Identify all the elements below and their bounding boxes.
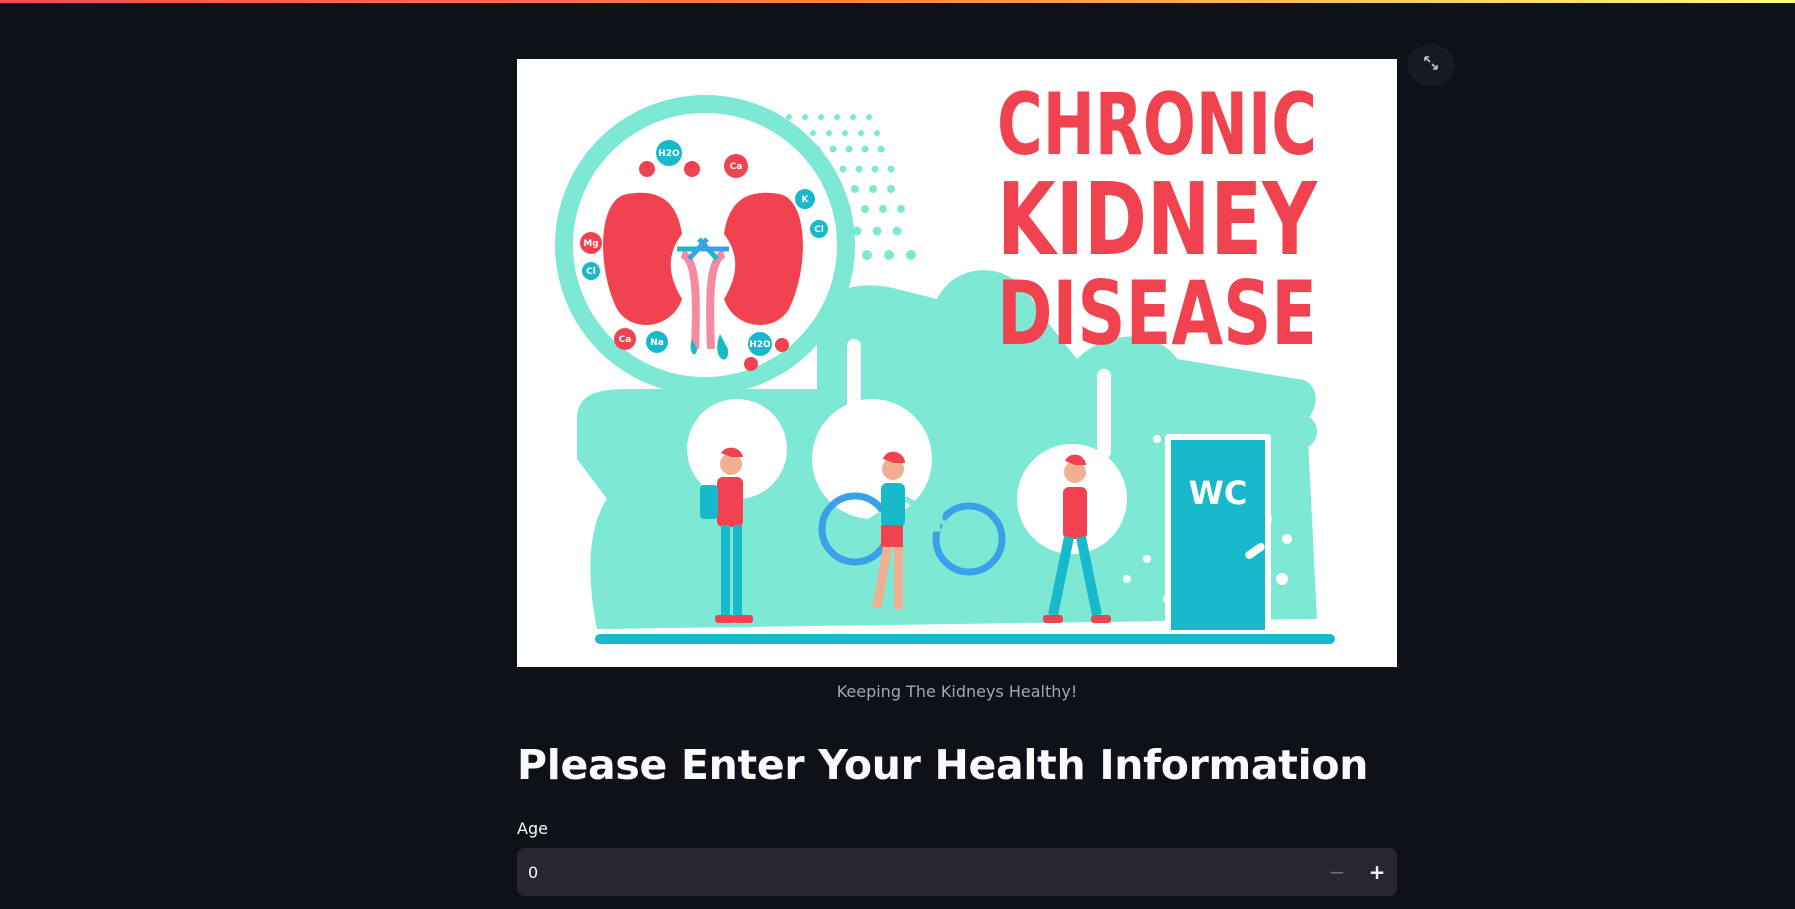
- illustration-svg: H2O Ca K Cl Mg Cl Ca Na H2O CHRONIC KIDN…: [555, 75, 1335, 644]
- molecule-label: Cl: [814, 225, 824, 235]
- decrement-button[interactable]: −: [1317, 848, 1357, 896]
- increment-button[interactable]: +: [1357, 848, 1397, 896]
- headline-line-1: CHRONIC: [997, 75, 1317, 175]
- door-label: WC: [1189, 474, 1248, 512]
- page-title: Please Enter Your Health Information: [517, 741, 1369, 789]
- headline-line-3: DISEASE: [997, 262, 1317, 365]
- minus-icon: −: [1328, 860, 1346, 884]
- expand-icon: [1422, 54, 1440, 76]
- molecule-label: Na: [650, 338, 664, 348]
- molecule-label: H2O: [658, 149, 680, 159]
- image-caption: Keeping The Kidneys Healthy!: [836, 682, 1078, 701]
- plus-icon: +: [1368, 860, 1386, 884]
- molecule-label: Ca: [730, 162, 743, 172]
- headline-line-2: KIDNEY: [997, 161, 1318, 278]
- fullscreen-button[interactable]: [1407, 44, 1455, 86]
- molecule-label: H2O: [749, 340, 771, 350]
- main-content: H2O Ca K Cl Mg Cl Ca Na H2O CHRONIC KIDN…: [517, 59, 1397, 897]
- ckd-illustration: H2O Ca K Cl Mg Cl Ca Na H2O CHRONIC KIDN…: [517, 59, 1397, 667]
- age-input[interactable]: [517, 847, 1317, 897]
- molecule-label: Ca: [619, 335, 632, 345]
- molecule-label: Mg: [583, 239, 598, 249]
- age-number-input: − +: [517, 847, 1397, 897]
- molecule-label: K: [802, 195, 810, 205]
- molecule-label: Cl: [586, 267, 596, 277]
- age-label: Age: [517, 819, 548, 838]
- top-decoration-bar: [0, 0, 1795, 3]
